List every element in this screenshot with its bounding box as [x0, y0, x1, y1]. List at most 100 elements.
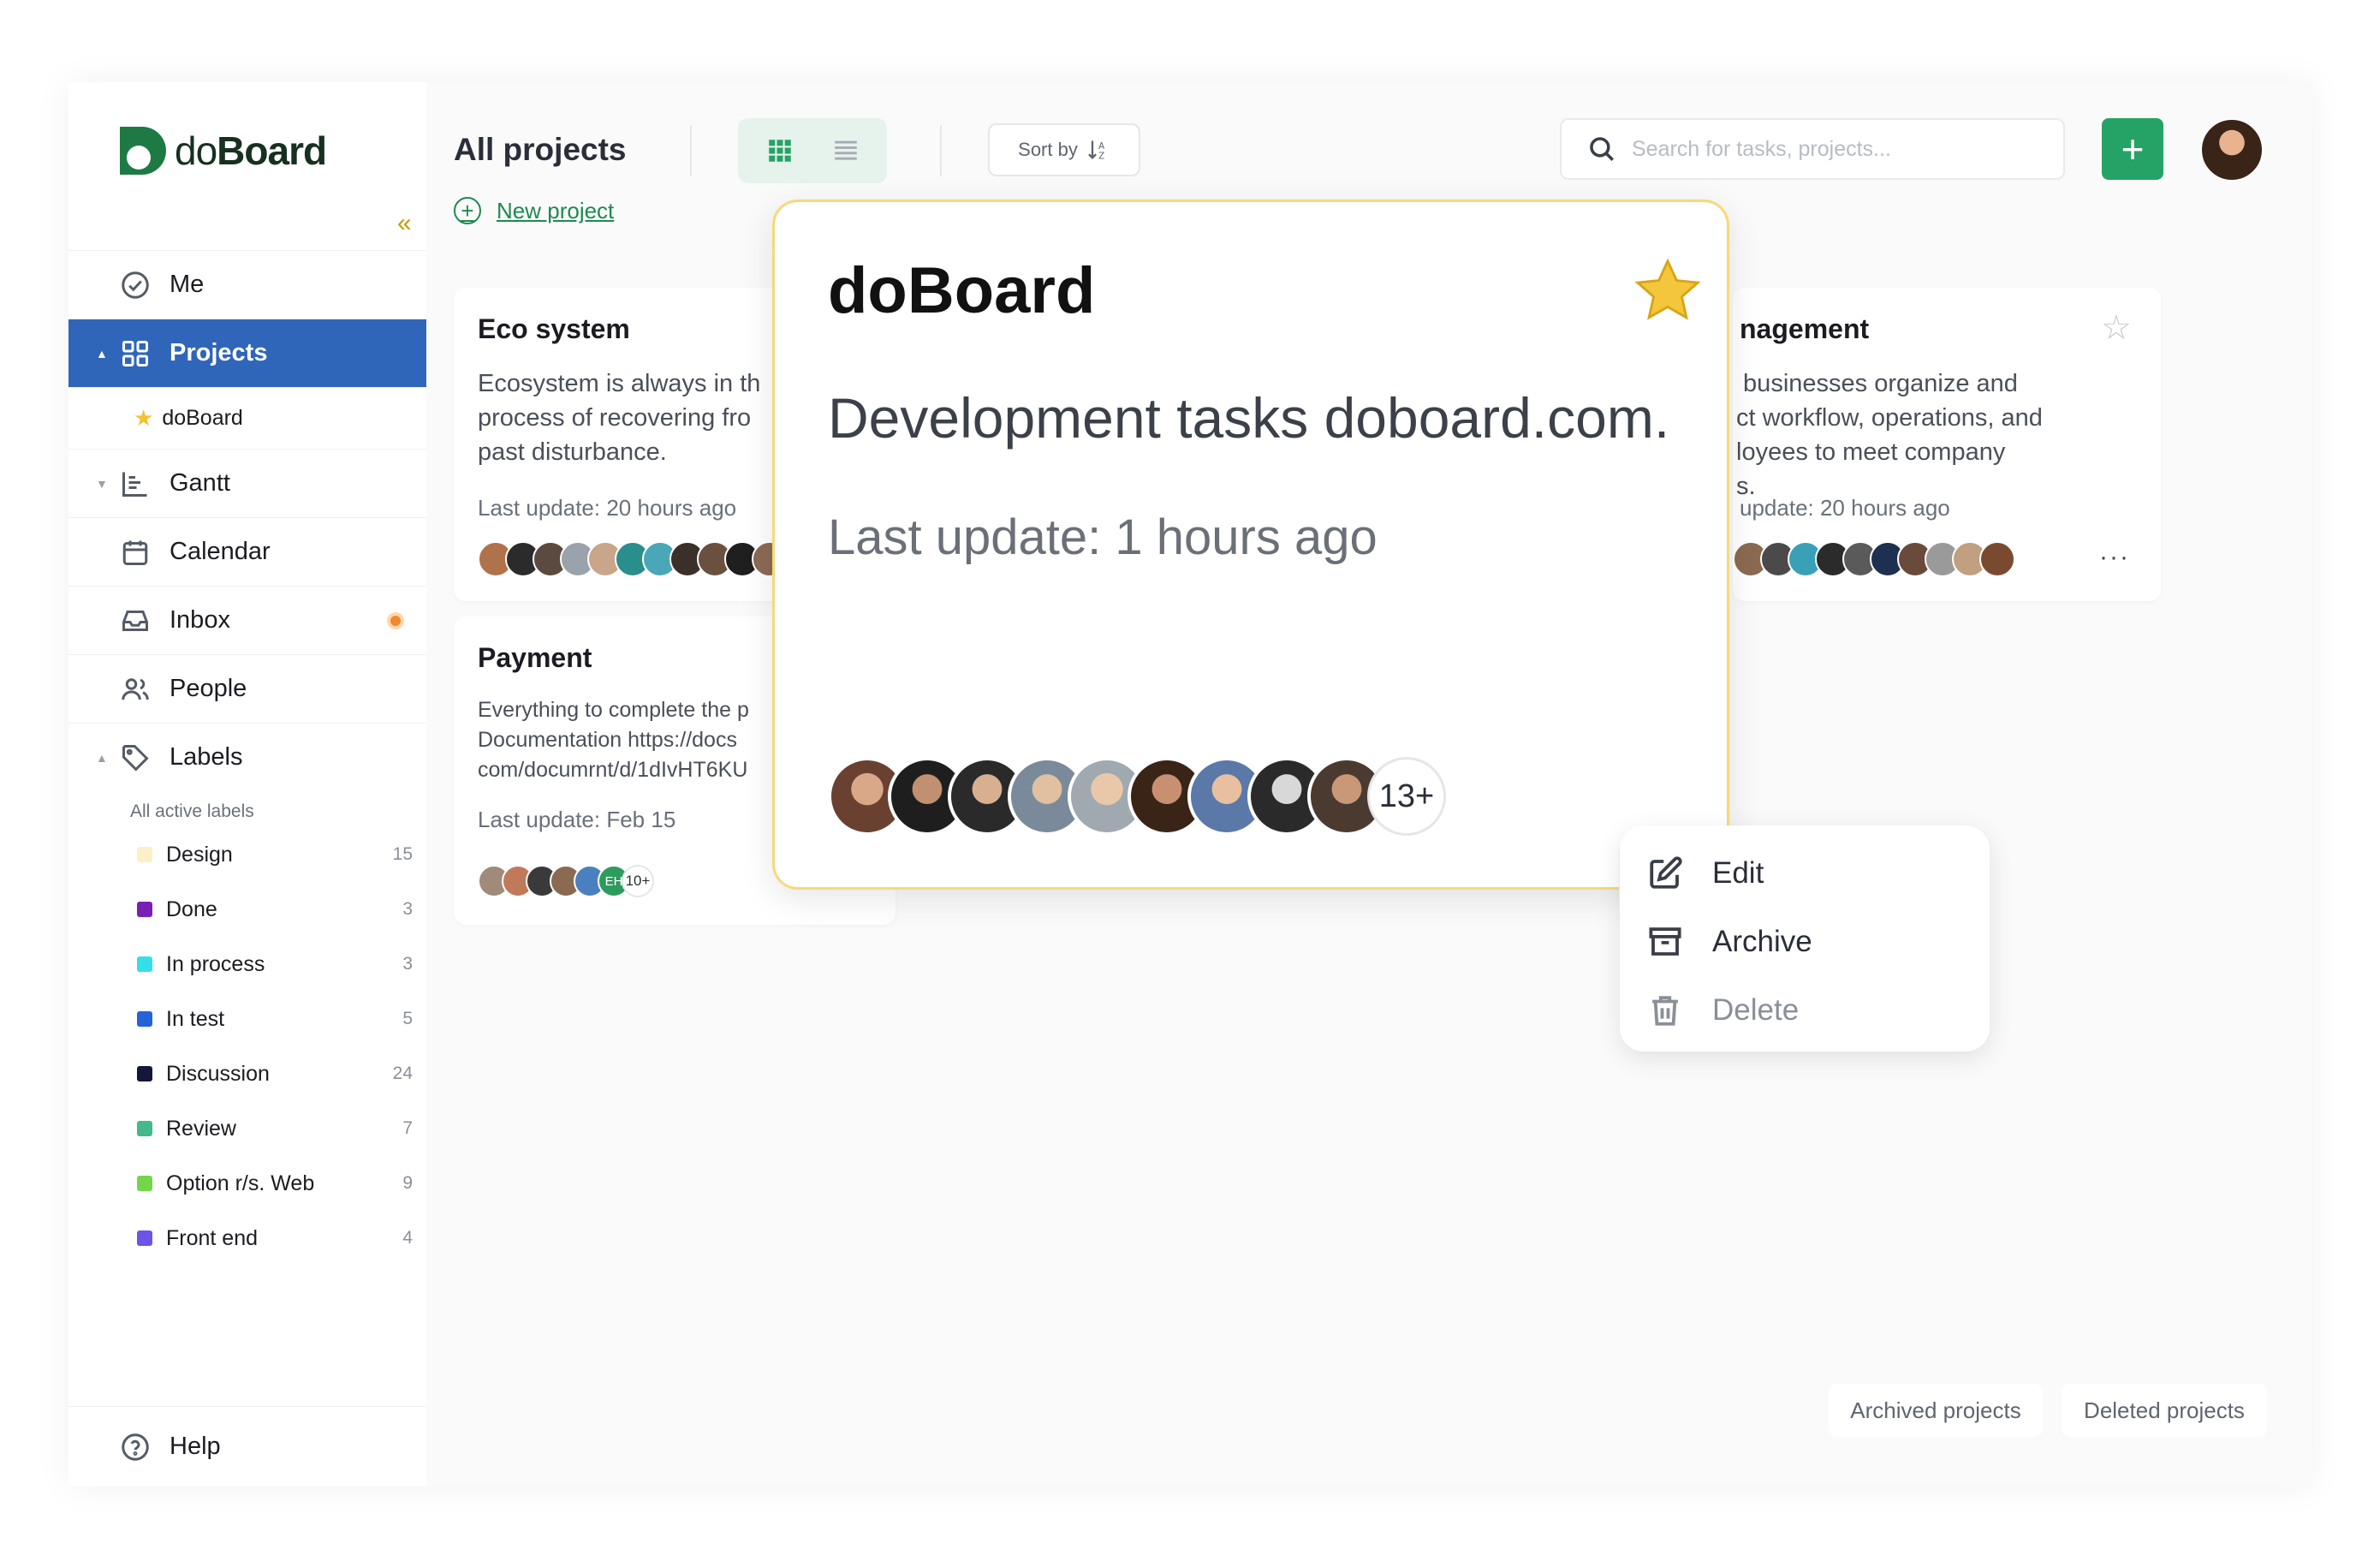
- label-name: In process: [166, 951, 265, 976]
- label-color-swatch: [137, 847, 152, 862]
- check-circle-icon: [118, 268, 152, 302]
- menu-item-label: Edit: [1712, 856, 1764, 890]
- project-description: Everything to complete the p Documentati…: [478, 698, 749, 782]
- label-count: 9: [402, 1173, 413, 1193]
- new-project-link[interactable]: + New project: [454, 197, 614, 224]
- search-icon: [1590, 137, 1615, 162]
- project-description: Development tasks doboard.com.: [828, 386, 1670, 450]
- label-item[interactable]: Discussion 24: [130, 1057, 413, 1091]
- sidebar-item-people[interactable]: People: [68, 654, 426, 723]
- project-title: Payment: [478, 642, 592, 673]
- caret-up-icon[interactable]: ▲: [96, 751, 108, 765]
- help-label: Help: [170, 1433, 221, 1460]
- project-title: nagement: [1740, 313, 1870, 344]
- member-avatars: 13+: [828, 757, 1446, 836]
- sidebar-item-projects[interactable]: ▲ Projects: [68, 319, 426, 387]
- svg-text:A: A: [1098, 141, 1105, 152]
- star-outline-icon[interactable]: ☆: [2101, 308, 2132, 348]
- search-bar: [1560, 118, 2065, 180]
- trash-icon: [1652, 996, 1678, 1026]
- list-view-icon[interactable]: [831, 136, 860, 165]
- label-name: Option r/s. Web: [166, 1171, 315, 1195]
- sidebar-item-doboard[interactable]: ★ doBoard: [68, 387, 426, 449]
- sort-by-button[interactable]: Sort by AZ: [988, 123, 1140, 176]
- label-color-swatch: [137, 1066, 152, 1081]
- label-item[interactable]: Option r/s. Web 9: [130, 1166, 413, 1201]
- sidebar-item-label: Gantt: [170, 469, 230, 497]
- sidebar-item-labels[interactable]: ▲ Labels: [68, 723, 426, 791]
- sort-by-label: Sort by: [1018, 139, 1078, 160]
- plus-circle-icon: +: [454, 197, 481, 224]
- label-item[interactable]: Review 7: [130, 1111, 413, 1146]
- project-title: doBoard: [828, 254, 1096, 327]
- sidebar-item-me[interactable]: Me: [68, 250, 426, 319]
- label-count: 3: [402, 899, 413, 919]
- menu-item-edit[interactable]: Edit: [1620, 839, 1990, 908]
- archived-projects-button[interactable]: Archived projects: [1829, 1384, 2043, 1437]
- collapse-sidebar-icon[interactable]: «: [397, 211, 412, 236]
- label-item[interactable]: Done 3: [130, 892, 413, 926]
- inbox-icon: [118, 604, 152, 638]
- grid-view-icon[interactable]: [765, 136, 794, 165]
- sidebar-item-label: doBoard: [162, 406, 243, 430]
- sidebar-item-calendar[interactable]: Calendar: [68, 517, 426, 586]
- sidebar-item-label: Me: [170, 271, 205, 298]
- project-last-update: Last update: Feb 15: [478, 807, 676, 832]
- label-count: 15: [392, 844, 413, 864]
- tag-icon: [118, 741, 152, 775]
- sidebar-item-label: Labels: [170, 743, 243, 771]
- label-item[interactable]: Front end 4: [130, 1221, 413, 1255]
- label-color-swatch: [137, 956, 152, 972]
- user-avatar[interactable]: [2200, 118, 2264, 182]
- view-toggle: [738, 118, 887, 183]
- caret-up-icon[interactable]: ▲: [96, 347, 108, 360]
- project-description: businesses organize and ct workflow, ope…: [1736, 370, 2043, 500]
- sidebar: doBoard « Me ▲ Projects ★ doBoard ▼ Gant…: [68, 82, 426, 1487]
- deleted-projects-button[interactable]: Deleted projects: [2062, 1384, 2267, 1437]
- more-members-count[interactable]: 10+: [622, 865, 654, 897]
- menu-item-label: Archive: [1712, 925, 1812, 958]
- add-button[interactable]: +: [2102, 118, 2163, 180]
- label-item[interactable]: In test 5: [130, 1002, 413, 1036]
- divider: [690, 125, 692, 176]
- label-count: 3: [402, 954, 413, 974]
- help-icon: [118, 1430, 152, 1464]
- label-name: In test: [166, 1006, 225, 1031]
- logo-icon: [120, 127, 166, 175]
- label-name: Review: [166, 1116, 236, 1141]
- logo[interactable]: doBoard: [116, 123, 327, 178]
- label-color-swatch: [137, 1230, 152, 1246]
- more-members-count[interactable]: 13+: [1367, 757, 1446, 836]
- menu-item-archive[interactable]: Archive: [1620, 908, 1990, 976]
- project-last-update: update: 20 hours ago: [1740, 495, 1950, 521]
- star-icon[interactable]: [1631, 253, 1705, 327]
- sidebar-nav: Me ▲ Projects ★ doBoard ▼ Gantt Calendar: [68, 250, 426, 791]
- label-name: Design: [166, 842, 233, 867]
- calendar-icon: [118, 535, 152, 569]
- label-color-swatch: [137, 1121, 152, 1136]
- project-card-expanded[interactable]: doBoard Development tasks doboard.com. L…: [772, 200, 1729, 920]
- menu-item-delete[interactable]: Delete: [1620, 976, 1990, 1045]
- label-count: 4: [402, 1228, 413, 1248]
- avatar[interactable]: [1979, 541, 2015, 577]
- project-title: Eco system: [478, 313, 630, 344]
- caret-down-icon[interactable]: ▼: [96, 477, 108, 491]
- project-last-update: Last update: 1 hours ago: [828, 509, 1377, 565]
- label-color-swatch: [137, 1176, 152, 1191]
- help-link[interactable]: Help: [68, 1406, 426, 1487]
- project-description: Ecosystem is always in th process of rec…: [478, 370, 761, 466]
- svg-text:Z: Z: [1098, 152, 1104, 162]
- project-card-management[interactable]: nagement ☆ businesses organize and ct wo…: [1733, 288, 2161, 601]
- search-input[interactable]: [1632, 136, 2043, 162]
- member-avatars: EH 10+: [478, 865, 654, 897]
- label-count: 5: [402, 1009, 413, 1028]
- page-title: All projects: [454, 132, 627, 167]
- label-item[interactable]: Design 15: [130, 837, 413, 872]
- more-options-icon[interactable]: ···: [2099, 543, 2130, 572]
- label-name: Done: [166, 897, 217, 921]
- sidebar-item-inbox[interactable]: Inbox: [68, 586, 426, 654]
- gantt-icon: [118, 467, 152, 501]
- label-item[interactable]: In process 3: [130, 947, 413, 981]
- sidebar-item-label: People: [170, 675, 247, 702]
- sidebar-item-gantt[interactable]: ▼ Gantt: [68, 449, 426, 517]
